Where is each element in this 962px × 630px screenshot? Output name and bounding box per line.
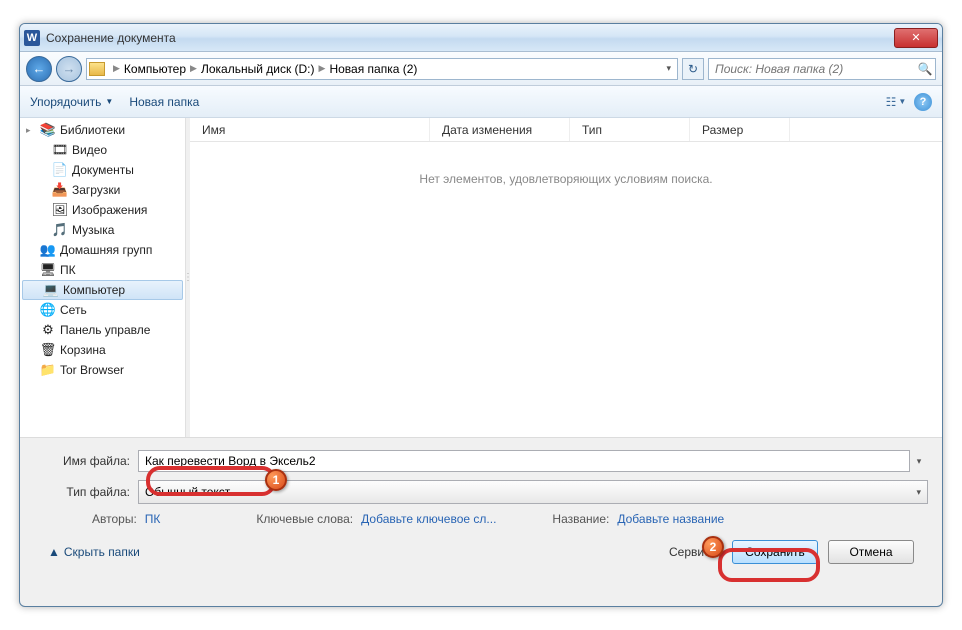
search-input[interactable] bbox=[709, 62, 915, 76]
new-folder-button[interactable]: Новая папка bbox=[129, 95, 199, 109]
back-button[interactable]: ← bbox=[26, 56, 52, 82]
save-dialog: W Сохранение документа ✕ ← → ▶Компьютер … bbox=[19, 23, 943, 607]
col-date[interactable]: Дата изменения bbox=[430, 118, 570, 141]
sidebar-item-music[interactable]: 🎵 Музыка bbox=[20, 220, 185, 240]
filename-input[interactable] bbox=[138, 450, 910, 472]
sidebar-item-downloads[interactable]: 📥 Загрузки bbox=[20, 180, 185, 200]
filetype-value: Обычный текст bbox=[145, 485, 230, 499]
nav-bar: ← → ▶Компьютер ▶Локальный диск (D:) ▶Нов… bbox=[20, 52, 942, 86]
image-icon: 🖼 bbox=[52, 202, 68, 218]
label: Библиотеки bbox=[60, 123, 125, 137]
sidebar-network[interactable]: 🌐Сеть bbox=[20, 300, 185, 320]
crumb-label: Новая папка (2) bbox=[329, 62, 417, 76]
chevron-up-icon: ▲ bbox=[48, 545, 60, 559]
authors-value[interactable]: ПК bbox=[145, 512, 161, 526]
help-button[interactable]: ? bbox=[914, 93, 932, 111]
window-title: Сохранение документа bbox=[46, 31, 894, 45]
search-icon[interactable]: 🔍 bbox=[915, 62, 935, 76]
folder-icon bbox=[89, 62, 105, 76]
chevron-down-icon: ▾ bbox=[916, 487, 921, 498]
crumb-computer[interactable]: ▶Компьютер bbox=[109, 62, 186, 76]
marker-1: 1 bbox=[265, 469, 287, 491]
organize-button[interactable]: Упорядочить▼ bbox=[30, 95, 113, 109]
bottom-panel: Имя файла: ▾ Тип файла: Обычный текст ▾ … bbox=[20, 438, 942, 574]
sidebar-control[interactable]: ⚙Панель управле bbox=[20, 320, 185, 340]
crumb-label: Компьютер bbox=[124, 62, 186, 76]
footer: ▲Скрыть папки Сервис▼ Сохранить Отмена bbox=[34, 526, 928, 564]
label: Tor Browser bbox=[60, 363, 124, 377]
authors-label: Авторы: bbox=[92, 512, 137, 526]
label: Сеть bbox=[60, 303, 87, 317]
label: Компьютер bbox=[63, 283, 125, 297]
forward-button[interactable]: → bbox=[56, 56, 82, 82]
col-type[interactable]: Тип bbox=[570, 118, 690, 141]
sidebar-recycle[interactable]: 🗑Корзина bbox=[20, 340, 185, 360]
word-icon: W bbox=[24, 30, 40, 46]
video-icon: 🎞 bbox=[52, 142, 68, 158]
label: Скрыть папки bbox=[64, 545, 140, 559]
keywords-value[interactable]: Добавьте ключевое сл... bbox=[361, 512, 496, 526]
sidebar-pc[interactable]: 🖥ПК bbox=[20, 260, 185, 280]
label: Домашняя групп bbox=[60, 243, 152, 257]
address-dropdown[interactable]: ▾ bbox=[662, 63, 675, 74]
sidebar-libraries[interactable]: ▸📚Библиотеки bbox=[20, 120, 185, 140]
column-headers: Имя Дата изменения Тип Размер bbox=[190, 118, 942, 142]
sidebar-item-documents[interactable]: 📄 Документы bbox=[20, 160, 185, 180]
cancel-button[interactable]: Отмена bbox=[828, 540, 914, 564]
keywords-label: Ключевые слова: bbox=[256, 512, 353, 526]
filename-dropdown[interactable]: ▾ bbox=[910, 456, 928, 467]
col-size[interactable]: Размер bbox=[690, 118, 790, 141]
sidebar: ▸📚Библиотеки 🎞 Видео 📄 Документы 📥 Загрузки… bbox=[20, 118, 186, 437]
sidebar-item-video[interactable]: 🎞 Видео bbox=[20, 140, 185, 160]
sidebar-homegroup[interactable]: 👥Домашняя групп bbox=[20, 240, 185, 260]
sidebar-tor[interactable]: 📁Tor Browser bbox=[20, 360, 185, 380]
label: Документы bbox=[72, 163, 134, 177]
titlebar: W Сохранение документа ✕ bbox=[20, 24, 942, 52]
filetype-label: Тип файла: bbox=[34, 485, 138, 499]
view-mode-button[interactable]: ☷ ▼ bbox=[882, 92, 910, 112]
address-bar[interactable]: ▶Компьютер ▶Локальный диск (D:) ▶Новая п… bbox=[86, 58, 678, 80]
meta-row: Авторы: ПК Ключевые слова: Добавьте ключ… bbox=[34, 512, 928, 526]
refresh-button[interactable]: ↻ bbox=[682, 58, 704, 80]
label: Изображения bbox=[72, 203, 147, 217]
sidebar-item-images[interactable]: 🖼 Изображения bbox=[20, 200, 185, 220]
close-button[interactable]: ✕ bbox=[894, 28, 938, 48]
download-icon: 📥 bbox=[52, 182, 68, 198]
file-area: Имя Дата изменения Тип Размер Нет элемен… bbox=[190, 118, 942, 437]
crumb-drive[interactable]: ▶Локальный диск (D:) bbox=[186, 62, 314, 76]
col-name[interactable]: Имя bbox=[190, 118, 430, 141]
body: ▸📚Библиотеки 🎞 Видео 📄 Документы 📥 Загрузки… bbox=[20, 118, 942, 438]
filename-label: Имя файла: bbox=[34, 454, 138, 468]
label: Панель управле bbox=[60, 323, 150, 337]
filetype-combo[interactable]: Обычный текст ▾ bbox=[138, 480, 928, 504]
music-icon: 🎵 bbox=[52, 222, 68, 238]
title-label: Название: bbox=[552, 512, 609, 526]
label: Загрузки bbox=[72, 183, 120, 197]
hide-folders-button[interactable]: ▲ Скрыть папки bbox=[48, 545, 140, 559]
label: Видео bbox=[72, 143, 107, 157]
label: Музыка bbox=[72, 223, 114, 237]
save-button[interactable]: Сохранить bbox=[732, 540, 818, 564]
organize-label: Упорядочить bbox=[30, 95, 101, 109]
crumb-label: Локальный диск (D:) bbox=[201, 62, 315, 76]
label: ПК bbox=[60, 263, 76, 277]
marker-2: 2 bbox=[702, 536, 724, 558]
crumb-folder[interactable]: ▶Новая папка (2) bbox=[315, 62, 418, 76]
doc-icon: 📄 bbox=[52, 162, 68, 178]
label: Корзина bbox=[60, 343, 106, 357]
title-value[interactable]: Добавьте название bbox=[617, 512, 724, 526]
empty-message: Нет элементов, удовлетворяющих условиям … bbox=[190, 172, 942, 186]
sidebar-computer[interactable]: 💻Компьютер bbox=[22, 280, 183, 300]
toolbar: Упорядочить▼ Новая папка ☷ ▼ ? bbox=[20, 86, 942, 118]
search-box[interactable]: 🔍 bbox=[708, 58, 936, 80]
